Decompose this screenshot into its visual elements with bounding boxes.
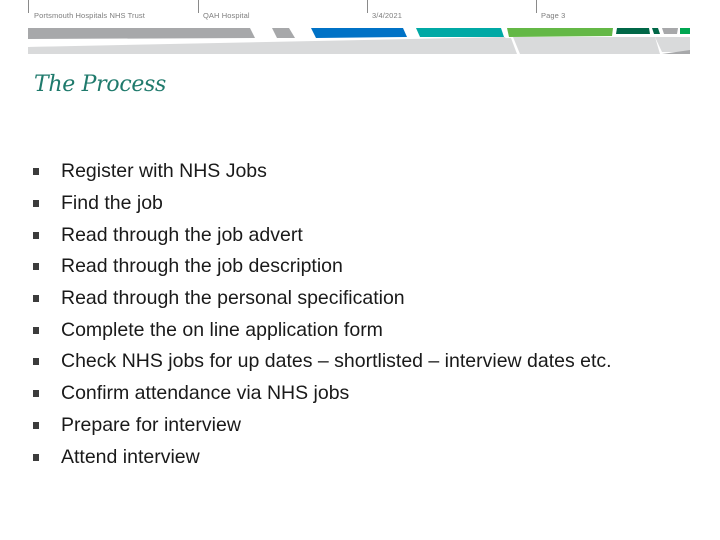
square-bullet-icon [33, 231, 39, 239]
list-item-text: Complete the on line application form [61, 318, 383, 341]
list-item: Register with NHS Jobs [30, 156, 612, 188]
banner-stripe-dark-green-small [652, 28, 660, 34]
square-bullet-icon [33, 263, 39, 271]
banner-lower-band-left [28, 37, 512, 54]
square-bullet-icon [33, 390, 39, 398]
banner-stripe-dark-green [616, 28, 650, 34]
list-item: Complete the on line application form [30, 314, 612, 346]
list-item: Prepare for interview [30, 410, 612, 442]
banner-stripe-green [507, 28, 613, 37]
square-bullet-icon [33, 358, 39, 366]
square-bullet-icon [33, 168, 39, 176]
list-item: Read through the job advert [30, 219, 612, 251]
banner-lower-band-right [655, 37, 690, 52]
list-item-text: Attend interview [61, 445, 200, 468]
banner-lower-band-mid [513, 37, 660, 54]
list-item: Read through the personal specification [30, 283, 612, 315]
square-bullet-icon [33, 421, 39, 429]
banner-stripe-teal [416, 28, 504, 37]
list-item: Confirm attendance via NHS jobs [30, 378, 612, 410]
list-item-text: Register with NHS Jobs [61, 160, 267, 183]
banner-stripe-grey-long [28, 28, 255, 39]
list-item-text: Read through the personal specification [61, 287, 405, 310]
list-item-text: Confirm attendance via NHS jobs [61, 382, 350, 405]
square-bullet-icon [33, 200, 39, 208]
banner-stripe-blue [311, 28, 407, 38]
banner-stripe-grey-small [662, 28, 678, 34]
list-item-text: Read through the job advert [61, 223, 303, 246]
square-bullet-icon [33, 295, 39, 303]
list-item-text: Check NHS jobs for up dates – shortliste… [61, 350, 612, 373]
square-bullet-icon [33, 453, 39, 461]
decorative-banner [28, 28, 690, 54]
list-item-text: Prepare for interview [61, 413, 241, 436]
slide-title: The Process [34, 72, 167, 97]
list-item: Check NHS jobs for up dates – shortliste… [30, 346, 612, 378]
list-item: Attend interview [30, 441, 612, 473]
list-item-text: Read through the job description [61, 255, 343, 278]
list-item: Read through the job description [30, 251, 612, 283]
list-item: Find the job [30, 188, 612, 220]
list-item-text: Find the job [61, 192, 163, 215]
banner-stripe-bright-green [680, 28, 690, 34]
process-steps-list: Register with NHS Jobs Find the job Read… [30, 156, 612, 473]
banner-stripe-grey-short [272, 28, 295, 38]
square-bullet-icon [33, 326, 39, 334]
